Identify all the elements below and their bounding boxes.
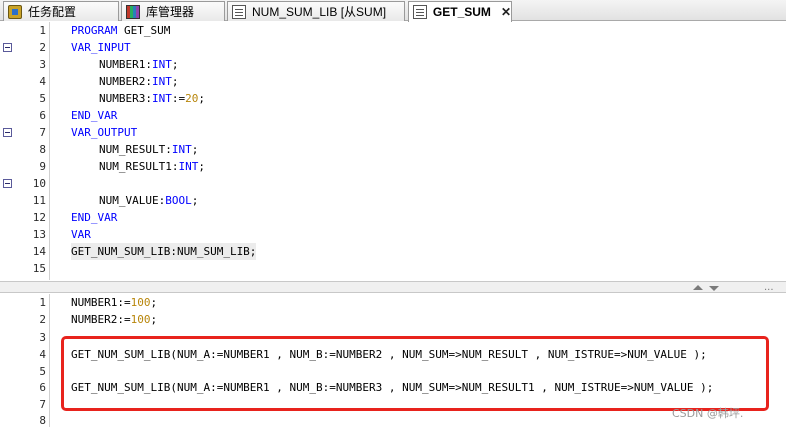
document-icon — [413, 5, 427, 19]
tab-num-sum-lib[interactable]: NUM_SUM_LIB [从SUM] — [227, 1, 405, 21]
line-number: 4 — [39, 75, 46, 88]
code-line[interactable]: 3 — [0, 329, 786, 346]
code-text: END_VAR — [71, 211, 118, 224]
code-line[interactable]: 10 — [0, 175, 786, 192]
line-number: 9 — [39, 160, 46, 173]
line-number: 7 — [39, 398, 46, 411]
line-number: 11 — [32, 194, 46, 207]
line-number: 15 — [32, 262, 46, 275]
library-manager-icon — [126, 4, 140, 19]
splitter-grip-icon[interactable]: ... — [764, 282, 774, 293]
splitter-up-arrow-icon[interactable] — [693, 285, 703, 290]
editor-tab-bar: 任务配置 库管理器 NUM_SUM_LIB [从SUM] GET_SUM ✕ — [0, 0, 786, 22]
line-number: 5 — [39, 365, 46, 378]
code-line[interactable]: 7 VAR_OUTPUT — [0, 124, 786, 141]
tab-library-manager[interactable]: 库管理器 — [121, 1, 225, 21]
code-line[interactable]: 1 PROGRAM GET_SUM — [0, 22, 786, 39]
line-number: 2 — [39, 41, 46, 54]
code-line[interactable]: 5 NUMBER3:INT:=20; — [0, 90, 786, 107]
code-text: GET_NUM_SUM_LIB(NUM_A:=NUMBER1 , NUM_B:=… — [71, 381, 714, 394]
line-number: 12 — [32, 211, 46, 224]
code-line[interactable]: 6 GET_NUM_SUM_LIB(NUM_A:=NUMBER1 , NUM_B… — [0, 379, 786, 396]
code-line[interactable]: 2 NUMBER2:=100; — [0, 311, 786, 328]
tab-label: GET_SUM — [432, 5, 491, 19]
code-text: GET_NUM_SUM_LIB:NUM_SUM_LIB; — [71, 243, 257, 260]
code-line[interactable]: 12 END_VAR — [0, 209, 786, 226]
code-line[interactable]: 13 VAR — [0, 226, 786, 243]
line-number: 8 — [39, 143, 46, 156]
implementation-editor[interactable]: 1 NUMBER1:=100; 2 NUMBER2:=100; 3 4 GET_… — [0, 294, 786, 427]
code-text: GET_NUM_SUM_LIB(NUM_A:=NUMBER1 , NUM_B:=… — [71, 348, 707, 361]
code-line[interactable]: 5 — [0, 363, 786, 380]
line-number: 7 — [39, 126, 46, 139]
code-line[interactable]: 9 NUM_RESULT1:INT; — [0, 158, 786, 175]
line-number: 5 — [39, 92, 46, 105]
line-number: 14 — [32, 245, 46, 258]
code-line[interactable]: 14 GET_NUM_SUM_LIB:NUM_SUM_LIB; — [0, 243, 786, 260]
code-text: VAR — [71, 228, 91, 241]
tab-task-config[interactable]: 任务配置 — [3, 1, 119, 21]
config-icon — [8, 4, 22, 19]
code-line[interactable]: 3 NUMBER1:INT; — [0, 56, 786, 73]
code-line[interactable]: 2 VAR_INPUT — [0, 39, 786, 56]
code-text: VAR_INPUT — [71, 41, 131, 54]
declaration-editor[interactable]: 1 PROGRAM GET_SUM 2 VAR_INPUT 3 NUMBER1:… — [0, 22, 786, 280]
keyword: PROGRAM — [71, 24, 118, 37]
code-line[interactable]: 4 NUMBER2:INT; — [0, 73, 786, 90]
tab-label: 任务配置 — [28, 5, 77, 19]
code-line[interactable]: 4 GET_NUM_SUM_LIB(NUM_A:=NUMBER1 , NUM_B… — [0, 346, 786, 363]
line-number: 8 — [39, 414, 46, 427]
line-number: 3 — [39, 331, 46, 344]
close-icon[interactable]: ✕ — [501, 5, 511, 19]
document-icon — [232, 4, 246, 19]
line-number: 3 — [39, 58, 46, 71]
tab-get-sum[interactable]: GET_SUM ✕ — [408, 1, 512, 22]
code-line[interactable]: 7 — [0, 396, 786, 413]
line-number: 10 — [32, 177, 46, 190]
code-text: END_VAR — [71, 109, 118, 122]
line-number: 6 — [39, 109, 46, 122]
tab-label: NUM_SUM_LIB [从SUM] — [252, 5, 387, 19]
code-line[interactable]: 11 NUM_VALUE:BOOL; — [0, 192, 786, 209]
line-number: 1 — [39, 24, 46, 37]
splitter-down-arrow-icon[interactable] — [709, 286, 719, 291]
line-number: 1 — [39, 296, 46, 309]
code-line[interactable]: 8 NUM_RESULT:INT; — [0, 141, 786, 158]
watermark: CSDN @韩坪. — [672, 407, 744, 420]
code-text: VAR_OUTPUT — [71, 126, 138, 139]
line-number: 2 — [39, 313, 46, 326]
line-number: 13 — [32, 228, 46, 241]
line-number: 4 — [39, 348, 46, 361]
code-line[interactable]: 8 — [0, 412, 786, 427]
code-line[interactable]: 1 NUMBER1:=100; — [0, 294, 786, 311]
code-line[interactable]: 6 END_VAR — [0, 107, 786, 124]
tab-label: 库管理器 — [146, 5, 195, 19]
line-number: 6 — [39, 381, 46, 394]
code-line[interactable]: 15 — [0, 260, 786, 277]
pane-splitter[interactable]: ... — [0, 281, 786, 293]
